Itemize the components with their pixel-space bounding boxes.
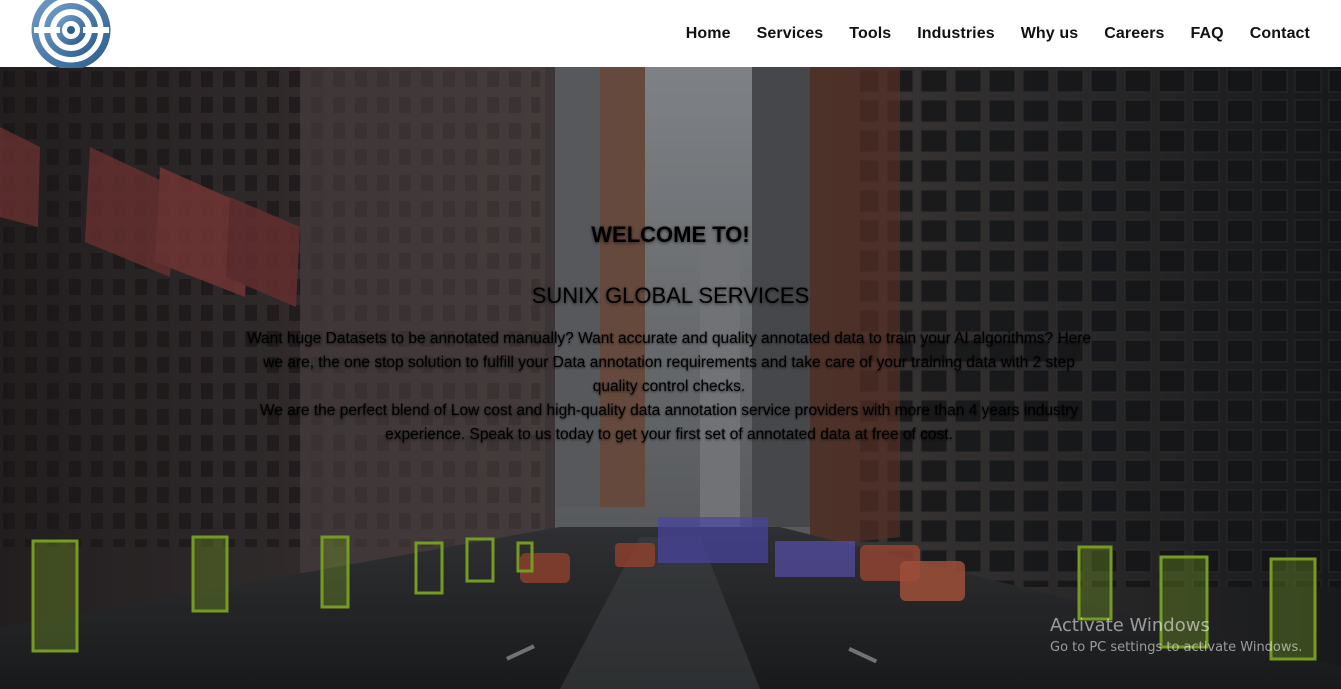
nav-home[interactable]: Home [686, 25, 731, 43]
nav-contact[interactable]: Contact [1250, 25, 1310, 43]
watermark-subtitle: Go to PC settings to activate Windows. [1050, 640, 1303, 655]
watermark-title: Activate Windows [1050, 615, 1210, 636]
hero-section: WELCOME TO! SUNIX GLOBAL SERVICES Want h… [0, 67, 1341, 689]
nav-services[interactable]: Services [757, 25, 824, 43]
hero-company-name: SUNIX GLOBAL SERVICES [531, 283, 810, 308]
nav-faq[interactable]: FAQ [1191, 25, 1224, 43]
hero-paragraph-2: We are the perfect blend of Low cost and… [259, 402, 1079, 443]
hero-welcome-heading: WELCOME TO! [591, 222, 750, 247]
windows-activation-watermark: Activate Windows Go to PC settings to ac… [1050, 615, 1302, 655]
hero-description: Want huge Datasets to be annotated manua… [240, 327, 1098, 447]
logo-icon[interactable] [30, 0, 112, 68]
nav-why-us[interactable]: Why us [1021, 25, 1079, 43]
main-nav: Home Services Tools Industries Why us Ca… [686, 0, 1310, 67]
nav-tools[interactable]: Tools [849, 25, 891, 43]
hero-paragraph-1: Want huge Datasets to be annotated manua… [246, 330, 1092, 395]
nav-careers[interactable]: Careers [1104, 25, 1164, 43]
site-header: Home Services Tools Industries Why us Ca… [0, 0, 1341, 68]
nav-industries[interactable]: Industries [917, 25, 994, 43]
